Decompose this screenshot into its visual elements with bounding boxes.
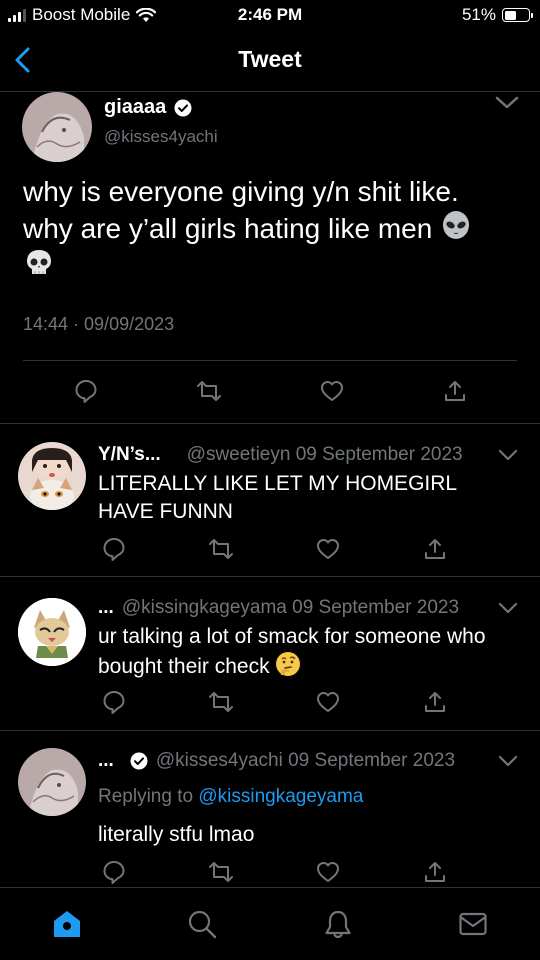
verified-badge-icon [130, 752, 148, 770]
battery-icon [502, 8, 533, 22]
chevron-down-icon[interactable] [498, 601, 518, 615]
thinking-face-emoji [276, 652, 301, 676]
like-button[interactable] [315, 689, 341, 715]
reply-button[interactable] [73, 378, 99, 404]
chevron-down-icon[interactable] [498, 448, 518, 462]
author-name[interactable]: giaaaa [104, 96, 166, 119]
main-tweet: giaaaa @kisses4yachi why is everyone giv… [0, 92, 540, 424]
share-button[interactable] [442, 378, 468, 404]
header: Tweet [0, 30, 540, 92]
action-bar [0, 536, 540, 566]
reply-author-name[interactable]: ... [98, 750, 114, 772]
reply-author-name[interactable]: Y/N’s... [98, 444, 161, 466]
reply-header: ... @kissingkageyama 09 September 2023 [98, 597, 459, 619]
avatar[interactable] [22, 92, 92, 162]
avatar[interactable] [18, 748, 86, 816]
reply-button[interactable] [101, 689, 127, 715]
action-bar [0, 689, 540, 719]
share-button[interactable] [422, 689, 448, 715]
chevron-down-icon[interactable] [494, 94, 520, 112]
replying-to: Replying to @kissingkageyama [98, 786, 363, 808]
reply-header: Y/N’s... @sweetieyn 09 September 2023 [98, 444, 463, 466]
retweet-button[interactable] [208, 536, 234, 562]
reply-button[interactable] [101, 859, 127, 885]
home-icon[interactable] [51, 908, 83, 940]
page-title: Tweet [238, 46, 302, 72]
share-button[interactable] [422, 859, 448, 885]
retweet-button[interactable] [196, 378, 222, 404]
share-button[interactable] [422, 536, 448, 562]
reply-text: LITERALLY LIKE LET MY HOMEGIRL HAVE FUNN… [98, 472, 457, 523]
tweet-timestamp: 14:44 · 09/09/2023 [23, 314, 175, 334]
avatar[interactable] [18, 598, 86, 666]
like-button[interactable] [315, 859, 341, 885]
status-bar: Boost Mobile 2:46 PM 51% [0, 0, 540, 30]
author-handle[interactable]: @kisses4yachi [104, 127, 218, 147]
battery-percent: 51% [461, 5, 496, 24]
tweet-body: why is everyone giving y/n shit like. wh… [23, 176, 459, 244]
reply-tweet[interactable]: Y/N’s... @sweetieyn 09 September 2023 LI… [0, 424, 540, 577]
retweet-button[interactable] [208, 859, 234, 885]
reply-meta[interactable]: @kisses4yachi 09 September 2023 [156, 750, 455, 772]
retweet-button[interactable] [208, 689, 234, 715]
author-row: giaaaa [104, 96, 192, 119]
search-icon[interactable] [186, 908, 218, 940]
action-bar [0, 859, 540, 889]
reply-tweet[interactable]: ... @kissingkageyama 09 September 2023 u… [0, 577, 540, 731]
reply-tweet[interactable]: ... @kisses4yachi 09 September 2023 Repl… [0, 731, 540, 887]
verified-badge-icon [174, 99, 192, 116]
replying-mention[interactable]: @kissingkageyama [198, 786, 363, 807]
action-bar [0, 378, 540, 408]
divider [23, 360, 517, 361]
notifications-icon[interactable] [322, 908, 354, 940]
chevron-down-icon[interactable] [498, 754, 518, 768]
tweet-text: why is everyone giving y/n shit like. wh… [23, 174, 513, 284]
replying-prefix: Replying to [98, 786, 194, 807]
reply-button[interactable] [101, 536, 127, 562]
alien-emoji [443, 211, 470, 239]
reply-meta[interactable]: @kissingkageyama 09 September 2023 [122, 597, 459, 619]
reply-author-name[interactable]: ... [98, 597, 114, 619]
skull-emoji [27, 250, 51, 274]
like-button[interactable] [315, 536, 341, 562]
reply-text: literally stfu lmao [98, 823, 255, 846]
messages-icon[interactable] [457, 908, 489, 940]
reply-meta[interactable]: @sweetieyn 09 September 2023 [187, 444, 463, 466]
status-right: 51% [461, 5, 533, 25]
reply-header: ... @kisses4yachi 09 September 2023 [98, 750, 455, 772]
reply-text: ur talking a lot of smack for someone wh… [98, 623, 498, 681]
like-button[interactable] [319, 378, 345, 404]
status-time: 2:46 PM [237, 5, 303, 24]
bottom-nav [0, 887, 540, 960]
avatar[interactable] [18, 442, 86, 510]
